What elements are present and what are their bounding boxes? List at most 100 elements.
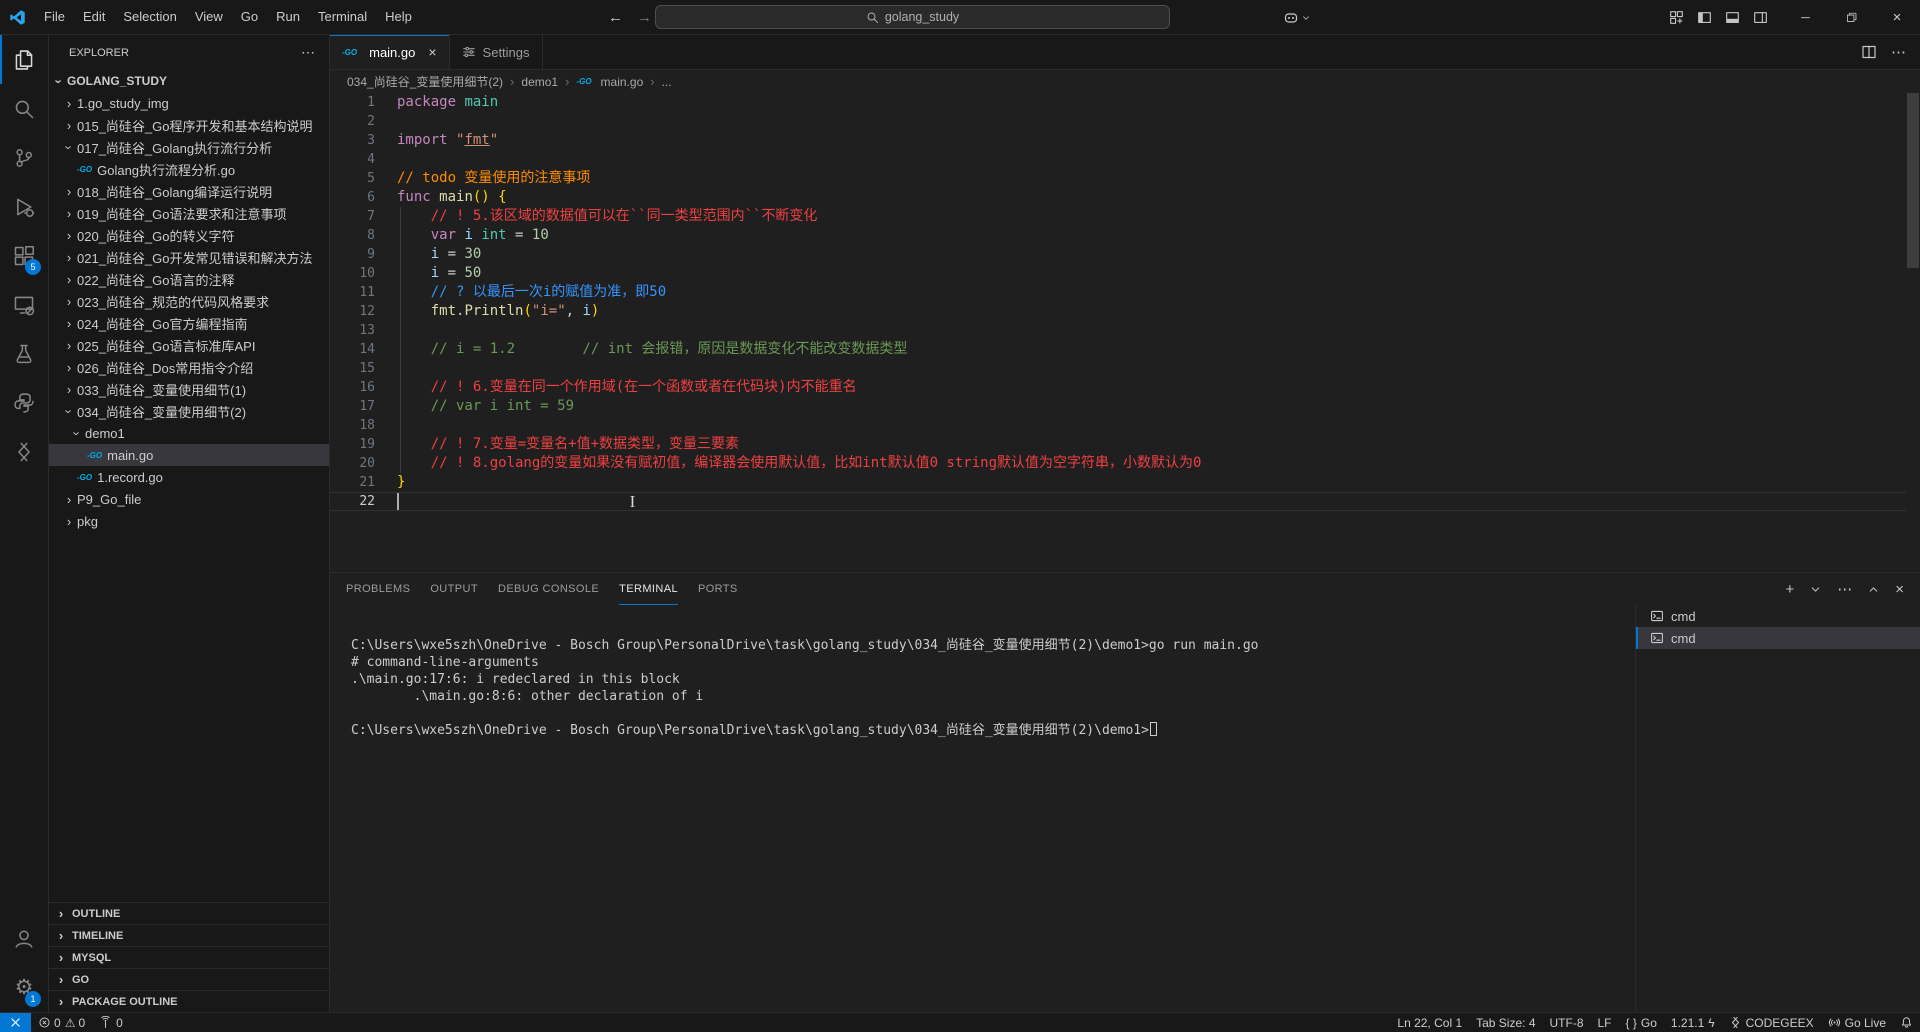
breadcrumb-item[interactable]: -GO main.go xyxy=(576,75,643,89)
activity-extensions[interactable]: 5 xyxy=(0,231,48,280)
menu-help[interactable]: Help xyxy=(376,0,421,34)
command-center-search[interactable]: golang_study xyxy=(655,5,1170,29)
activity-manage[interactable]: ⚙ 1 xyxy=(0,963,48,1012)
tree-item[interactable]: › 022_尚硅谷_Go语言的注释 xyxy=(49,268,329,290)
plus-icon[interactable]: + xyxy=(1785,582,1794,597)
activity-remote-explorer[interactable] xyxy=(0,280,48,329)
forward-arrow-icon[interactable]: → xyxy=(637,9,652,26)
layout-panel-icon[interactable] xyxy=(1725,10,1740,25)
tree-item[interactable]: › pkg xyxy=(49,510,329,532)
code-line[interactable]: 13 xyxy=(330,321,1920,340)
code-line[interactable]: 6 func main() { xyxy=(330,188,1920,207)
code-line[interactable]: 3 import "fmt" xyxy=(330,131,1920,150)
tree-item[interactable]: › 025_尚硅谷_Go语言标准库API xyxy=(49,334,329,356)
status-remote[interactable] xyxy=(0,1013,31,1032)
code-line[interactable]: 20 // ! 8.golang的变量如果没有赋初值，编译器会使用默认值，比如i… xyxy=(330,454,1920,473)
back-arrow-icon[interactable]: ← xyxy=(608,9,623,26)
close-button[interactable]: × xyxy=(1874,0,1920,35)
activity-source-control[interactable] xyxy=(0,133,48,182)
scrollbar-thumb[interactable] xyxy=(1907,93,1919,268)
layout-grid-icon[interactable] xyxy=(1669,10,1684,25)
status-go-version[interactable]: 1.21.1 ϟ xyxy=(1664,1013,1722,1032)
code-line[interactable]: 11 // ? 以最后一次i的赋值为准，即50 xyxy=(330,283,1920,302)
more-icon[interactable]: ⋯ xyxy=(1837,582,1852,597)
status-problems[interactable]: 0 ⚠ 0 xyxy=(31,1013,92,1032)
code-line[interactable]: 14 // i = 1.2 // int 会报错，原因是数据变化不能改变数据类型 xyxy=(330,340,1920,359)
split-editor-icon[interactable] xyxy=(1861,44,1877,60)
code-line[interactable]: 8 var i int = 10 xyxy=(330,226,1920,245)
code-line[interactable]: 21} xyxy=(330,473,1920,492)
layout-sidebar-right-icon[interactable] xyxy=(1753,10,1768,25)
tree-item[interactable]: › 1.go_study_img xyxy=(49,92,329,114)
menu-view[interactable]: View xyxy=(186,0,232,34)
status-language-mode[interactable]: { } Go xyxy=(1619,1013,1664,1032)
maximize-restore-button[interactable] xyxy=(1828,0,1874,35)
panel-tab-problems[interactable]: PROBLEMS xyxy=(346,573,410,605)
code-line[interactable]: 22 xyxy=(330,492,1920,511)
chevron-down-icon[interactable] xyxy=(1809,583,1822,596)
activity-run-debug[interactable] xyxy=(0,182,48,231)
menu-file[interactable]: File xyxy=(35,0,74,34)
status-encoding[interactable]: UTF-8 xyxy=(1543,1013,1591,1032)
panel-tab-output[interactable]: OUTPUT xyxy=(430,573,478,605)
code-editor[interactable]: 1 package main 2 3 import "fmt" 4 5 // todo 变量使… xyxy=(330,93,1920,572)
tree-item[interactable]: › 019_尚硅谷_Go语法要求和注意事项 xyxy=(49,202,329,224)
more-actions-icon[interactable]: ⋯ xyxy=(1891,43,1906,61)
code-line[interactable]: 17 // var i int = 59 xyxy=(330,397,1920,416)
code-line[interactable]: 10 i = 50 xyxy=(330,264,1920,283)
activity-codegeex[interactable] xyxy=(0,427,48,476)
tree-item[interactable]: -GO main.go xyxy=(49,444,329,466)
status-notifications[interactable] xyxy=(1893,1013,1920,1032)
explorer-more-actions-icon[interactable]: ⋯ xyxy=(301,44,315,61)
tree-item[interactable]: -GO Golang执行流程分析.go xyxy=(49,158,329,180)
status-go-live[interactable]: Go Live xyxy=(1821,1013,1893,1032)
tree-item[interactable]: › 033_尚硅谷_变量使用细节(1) xyxy=(49,378,329,400)
code-line[interactable]: 12 fmt.Println("i=", i) xyxy=(330,302,1920,321)
status-codegeex[interactable]: CODEGEEX xyxy=(1722,1013,1821,1032)
activity-search[interactable] xyxy=(0,84,48,133)
code-line[interactable]: 5 // todo 变量使用的注意事项 xyxy=(330,169,1920,188)
section-go[interactable]: › GO xyxy=(49,968,329,990)
tree-item[interactable]: -GO 1.record.go xyxy=(49,466,329,488)
chevron-up-icon[interactable] xyxy=(1867,583,1880,596)
section-outline[interactable]: › OUTLINE xyxy=(49,902,329,924)
minimize-button[interactable] xyxy=(1782,0,1828,35)
activity-accounts[interactable] xyxy=(0,914,48,963)
menu-terminal[interactable]: Terminal xyxy=(309,0,376,34)
tab-main-go[interactable]: -GO main.go × xyxy=(330,35,450,69)
code-line[interactable]: 2 xyxy=(330,112,1920,131)
tree-item[interactable]: › 026_尚硅谷_Dos常用指令介绍 xyxy=(49,356,329,378)
menu-edit[interactable]: Edit xyxy=(74,0,114,34)
breadcrumb-item[interactable]: ... xyxy=(662,75,672,89)
copilot-button[interactable] xyxy=(1283,0,1311,35)
status-eol[interactable]: LF xyxy=(1591,1013,1619,1032)
code-line[interactable]: 4 xyxy=(330,150,1920,169)
menu-selection[interactable]: Selection xyxy=(114,0,185,34)
breadcrumb-item[interactable]: demo1 xyxy=(521,75,558,89)
status-ports-forwarded[interactable]: 0 xyxy=(92,1013,130,1032)
activity-testing[interactable] xyxy=(0,329,48,378)
panel-tab-debug-console[interactable]: DEBUG CONSOLE xyxy=(498,573,599,605)
status-cursor-position[interactable]: Ln 22, Col 1 xyxy=(1390,1013,1469,1032)
terminal-output[interactable]: C:\Users\wxe5szh\OneDrive - Bosch Group\… xyxy=(330,605,1635,1012)
menu-go[interactable]: Go xyxy=(232,0,267,34)
tree-item[interactable]: › 023_尚硅谷_规范的代码风格要求 xyxy=(49,290,329,312)
tree-item[interactable]: › 018_尚硅谷_Golang编译运行说明 xyxy=(49,180,329,202)
tree-item[interactable]: › 021_尚硅谷_Go开发常见错误和解决方法 xyxy=(49,246,329,268)
panel-tab-terminal[interactable]: TERMINAL xyxy=(619,573,678,605)
activity-python[interactable] xyxy=(0,378,48,427)
layout-sidebar-left-icon[interactable] xyxy=(1697,10,1712,25)
tree-root[interactable]: › GOLANG_STUDY xyxy=(49,70,329,92)
terminal-instance[interactable]: cmd xyxy=(1636,627,1920,649)
code-line[interactable]: 15 xyxy=(330,359,1920,378)
tree-item[interactable]: › 034_尚硅谷_变量使用细节(2) xyxy=(49,400,329,422)
close-icon[interactable]: × xyxy=(1895,582,1904,597)
code-line[interactable]: 9 i = 30 xyxy=(330,245,1920,264)
tree-item[interactable]: › demo1 xyxy=(49,422,329,444)
status-tab-size[interactable]: Tab Size: 4 xyxy=(1469,1013,1542,1032)
editor-scrollbar[interactable] xyxy=(1906,93,1920,572)
panel-tab-ports[interactable]: PORTS xyxy=(698,573,738,605)
section-mysql[interactable]: › MYSQL xyxy=(49,946,329,968)
section-timeline[interactable]: › TIMELINE xyxy=(49,924,329,946)
tree-item[interactable]: › P9_Go_file xyxy=(49,488,329,510)
